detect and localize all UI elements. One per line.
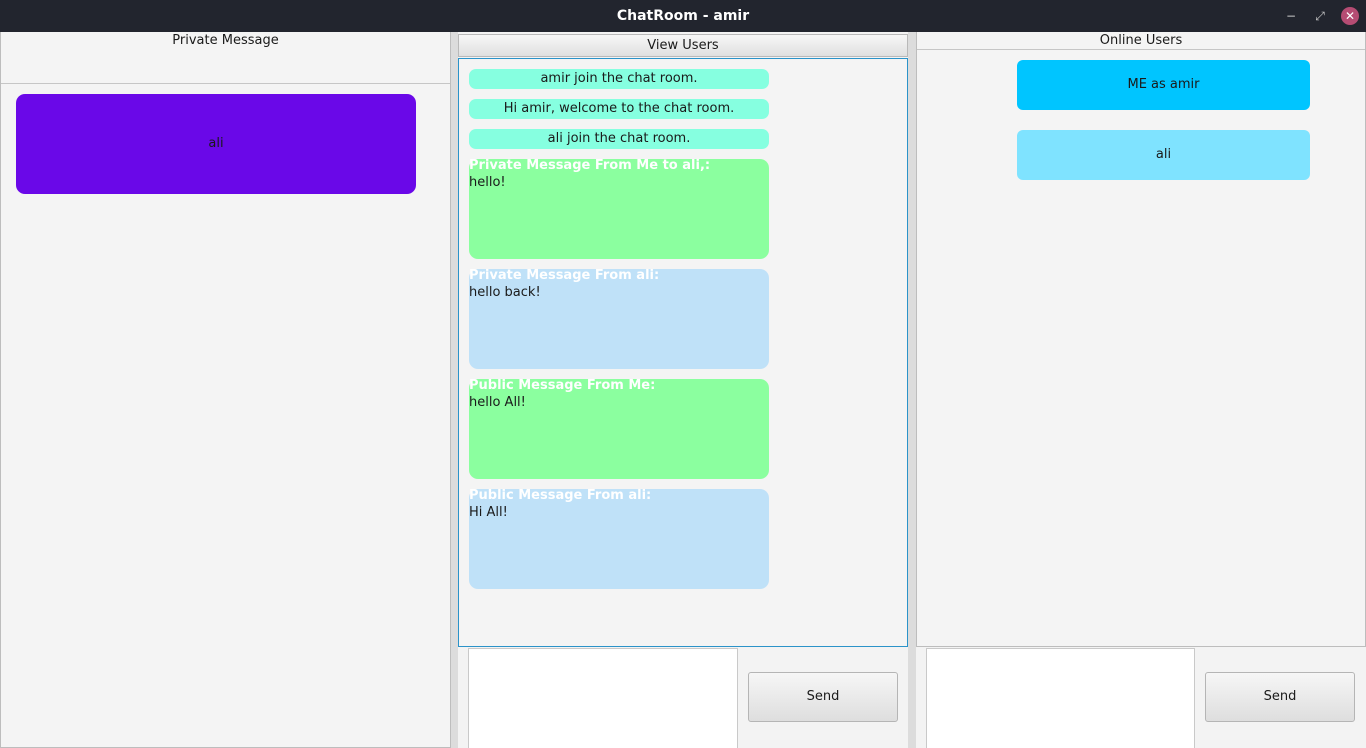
- message-input[interactable]: [468, 648, 738, 748]
- user-item-me[interactable]: ME as amir: [1017, 60, 1310, 110]
- message-header: Private Message From Me to ali,:: [469, 158, 711, 173]
- message-text: Hi All!: [469, 505, 508, 520]
- window-title: ChatRoom - amir: [616, 8, 750, 24]
- send-private-button[interactable]: Send: [1205, 672, 1355, 722]
- system-message: amir join the chat room.: [469, 69, 769, 89]
- message-bubble: Public Message From ali: Hi All!: [469, 489, 769, 589]
- private-recipient-button[interactable]: ali: [16, 94, 416, 194]
- message-bubble: Private Message From Me to ali,: hello!: [469, 159, 769, 259]
- online-users-title: Online Users: [1099, 33, 1183, 48]
- private-message-input[interactable]: [926, 648, 1195, 748]
- system-message: Hi amir, welcome to the chat room.: [469, 99, 769, 119]
- message-bubble: Public Message From Me: hello All!: [469, 379, 769, 479]
- close-icon[interactable]: ✕: [1341, 7, 1359, 25]
- message-text: hello back!: [469, 285, 541, 300]
- system-message: ali join the chat room.: [469, 129, 769, 149]
- message-bubble: Private Message From ali: hello back!: [469, 269, 769, 369]
- divider: [1, 83, 450, 84]
- splitter[interactable]: [451, 32, 458, 748]
- splitter[interactable]: [908, 32, 916, 748]
- private-message-title: Private Message: [172, 33, 279, 48]
- minimize-icon[interactable]: −: [1283, 8, 1299, 24]
- message-header: Public Message From ali:: [469, 488, 652, 503]
- message-header: Public Message From Me:: [469, 378, 656, 393]
- user-item-ali[interactable]: ali: [1017, 130, 1310, 180]
- message-text: hello All!: [469, 395, 526, 410]
- message-header: Private Message From ali:: [469, 268, 660, 283]
- message-text: hello!: [469, 175, 506, 190]
- divider: [917, 49, 1365, 50]
- online-users-panel: [916, 32, 1366, 647]
- restore-icon[interactable]: ⤢: [1312, 8, 1328, 24]
- send-button[interactable]: Send: [748, 672, 898, 722]
- view-users-button[interactable]: View Users: [458, 34, 908, 57]
